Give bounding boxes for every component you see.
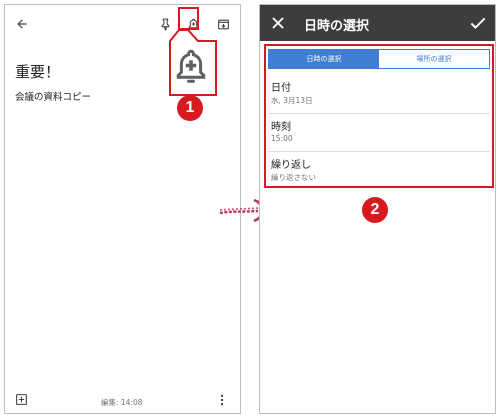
step-badge-2: 2: [362, 197, 388, 223]
more-vert-icon: [220, 394, 224, 406]
add-box-icon: [16, 394, 27, 405]
reminder-highlight-frame: [178, 7, 199, 30]
bell-plus-icon: [176, 49, 206, 83]
back-button[interactable]: [9, 11, 35, 37]
edited-timestamp: 編集: 14:08: [101, 398, 143, 407]
add-content-button[interactable]: [15, 391, 28, 410]
arrow-left-icon: [17, 19, 27, 29]
check-icon[interactable]: [468, 13, 488, 33]
dialog-title: 日時の選択: [304, 19, 370, 34]
settings-highlight-frame: [264, 44, 494, 188]
note-body[interactable]: 会議の資料コピー: [15, 89, 91, 103]
step-badge-1: 1: [177, 95, 203, 121]
dialog-toolbar: 日時の選択: [260, 5, 495, 41]
note-title[interactable]: 重要！: [15, 61, 60, 82]
more-options-button[interactable]: [218, 392, 226, 411]
close-icon[interactable]: [268, 13, 288, 33]
